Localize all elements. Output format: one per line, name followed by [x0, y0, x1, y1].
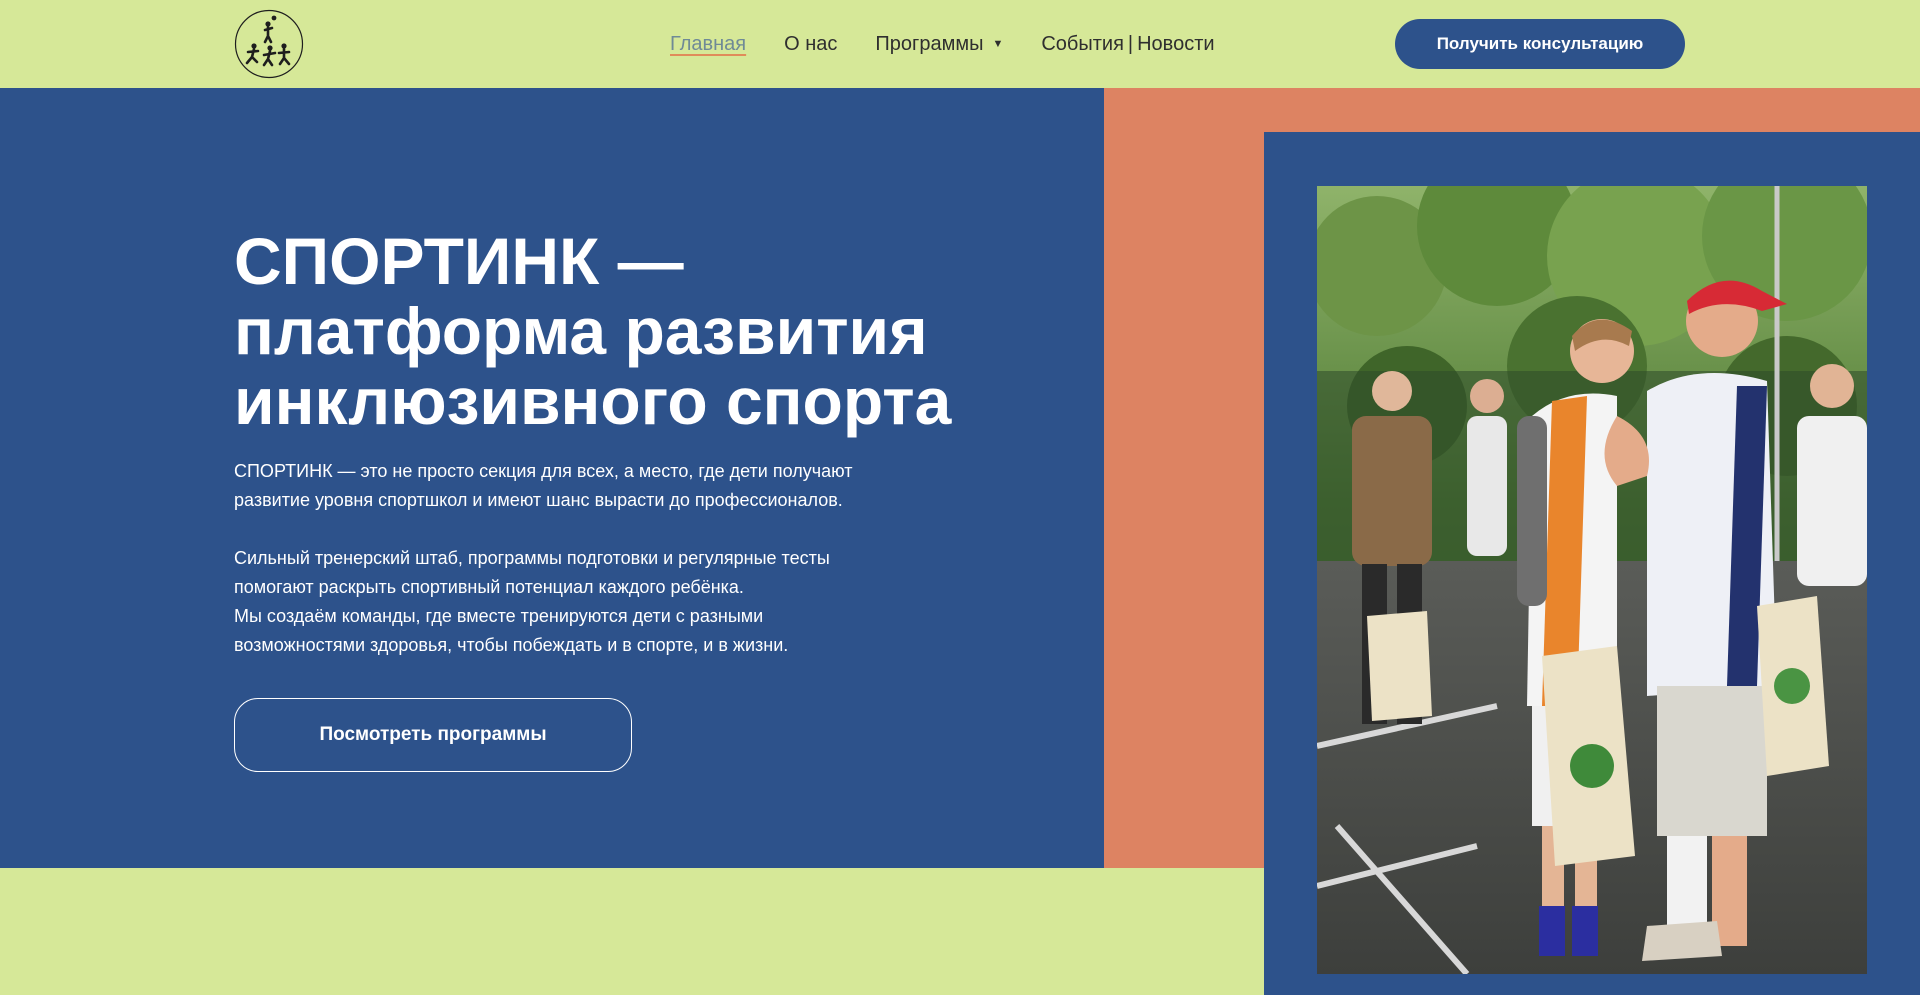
main-nav: Главная О нас Программы ▼ События | Ново… — [670, 0, 1253, 88]
hero-paragraph-intro: СПОРТИНК — это не просто секция для всех… — [234, 457, 994, 515]
hero-title-line: платформа развития — [234, 294, 928, 368]
consultation-button[interactable]: Получить консультацию — [1395, 19, 1685, 69]
nav-news[interactable]: Новости — [1137, 33, 1214, 56]
paragraph-line: Сильный тренерский штаб, программы подго… — [234, 548, 830, 568]
nav-events[interactable]: События — [1041, 33, 1124, 56]
hero-title: СПОРТИНК — платформа развития инклюзивно… — [234, 226, 1054, 436]
hero-photo — [1317, 186, 1867, 974]
paragraph-line: возможностями здоровья, чтобы побеждать … — [234, 635, 789, 655]
paragraph-line: Мы создаём команды, где вместе тренируют… — [234, 606, 764, 626]
hero-title-line: инклюзивного спорта — [234, 364, 952, 438]
hero-title-line: СПОРТИНК — — [234, 224, 684, 298]
nav-programs-label: Программы — [875, 32, 984, 55]
paragraph-line: СПОРТИНК — это не просто секция для всех… — [234, 461, 853, 481]
sport-figures-logo-icon[interactable] — [234, 9, 304, 79]
nav-about[interactable]: О нас — [784, 33, 837, 56]
nav-events-news: События | Новости — [1041, 33, 1214, 56]
caret-down-icon: ▼ — [992, 38, 1004, 50]
view-programs-button[interactable]: Посмотреть программы — [234, 698, 632, 772]
paragraph-line: развитие уровня спортшкол и имеют шанс в… — [234, 490, 843, 510]
site-header: Главная О нас Программы ▼ События | Ново… — [0, 0, 1920, 88]
nav-separator: | — [1127, 32, 1134, 55]
nav-programs[interactable]: Программы ▼ — [875, 33, 1003, 56]
nav-home[interactable]: Главная — [670, 33, 746, 56]
hero-paragraph-details: Сильный тренерский штаб, программы подго… — [234, 544, 994, 660]
paragraph-line: помогают раскрыть спортивный потенциал к… — [234, 577, 744, 597]
